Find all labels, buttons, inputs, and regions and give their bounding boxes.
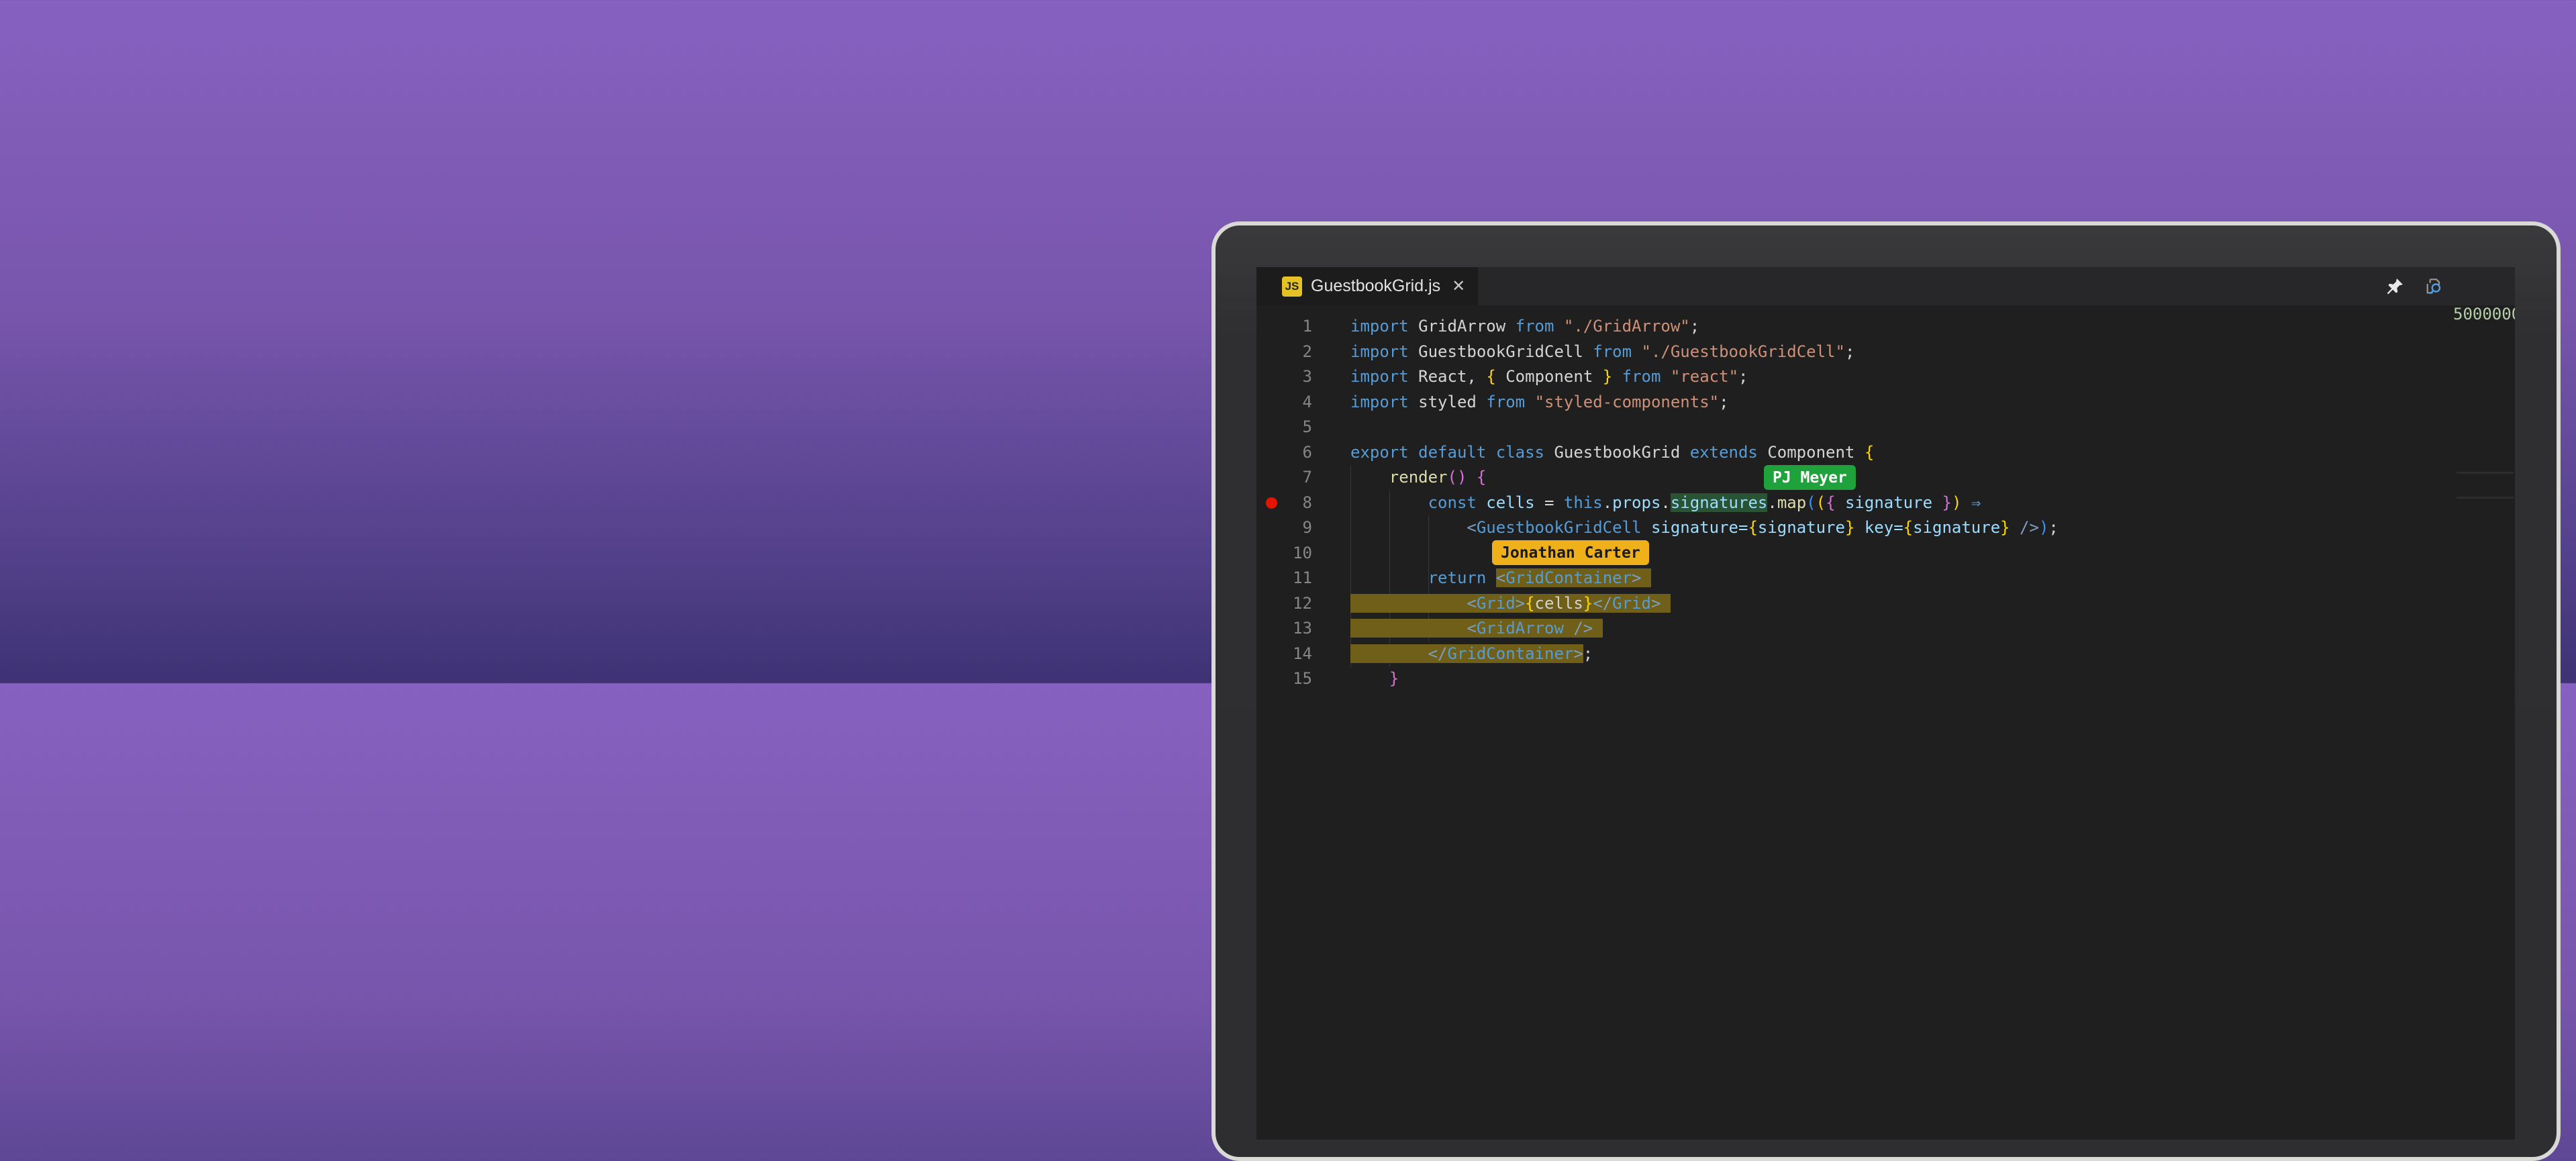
javascript-file-icon: JS: [1282, 276, 1302, 297]
code-line[interactable]: 11 return <GridContainer>: [1256, 566, 2515, 591]
line-number[interactable]: 15: [1256, 666, 1312, 692]
code-editor[interactable]: 1 import GridArrow from "./GridArrow"; 2 im…: [1256, 305, 2515, 692]
code-line-text: <GridArrow />: [1350, 616, 1603, 642]
code-line-text: return <GridContainer>: [1350, 566, 1651, 591]
code-line-text: export default class GuestbookGrid exten…: [1350, 440, 1874, 466]
code-line[interactable]: 14 </GridContainer>;: [1256, 642, 2515, 667]
line-number[interactable]: 5: [1256, 415, 1312, 440]
code-line[interactable]: 5: [1256, 415, 2515, 440]
line-number[interactable]: 8: [1256, 491, 1312, 516]
code-line-text: import GridArrow from "./GridArrow";: [1350, 314, 1699, 340]
collaborator-name: PJ Meyer: [1773, 469, 1847, 487]
line-number[interactable]: 14: [1256, 642, 1312, 667]
code-line[interactable]: 6 export default class GuestbookGrid exte…: [1256, 440, 2515, 466]
code-line-text: </GridContainer>;: [1350, 642, 1593, 667]
line-number[interactable]: 4: [1256, 390, 1312, 415]
code-line[interactable]: 15 }: [1256, 666, 2515, 692]
code-line[interactable]: 9 <GuestbookGridCell signature={signatur…: [1256, 515, 2515, 541]
code-line[interactable]: 4 import styled from "styled-components";: [1256, 390, 2515, 415]
code-line-text: <GuestbookGridCell signature={signature}…: [1350, 515, 2059, 541]
pin-icon[interactable]: [2383, 274, 2407, 299]
code-line[interactable]: 10: [1256, 541, 2515, 566]
line-number[interactable]: 6: [1256, 440, 1312, 466]
collaborator-cursor-flag: PJ Meyer: [1764, 465, 1856, 490]
breakpoint-icon[interactable]: [1266, 497, 1277, 509]
code-line-text: import styled from "styled-components";: [1350, 390, 1729, 415]
code-line[interactable]: 13 <GridArrow />: [1256, 616, 2515, 642]
code-line[interactable]: 2 import GuestbookGridCell from "./Guestb…: [1256, 340, 2515, 365]
code-line[interactable]: 8 const cells = this.props.signatures.ma…: [1256, 491, 2515, 516]
tab-bar: JS GuestbookGrid.js ✕: [1256, 267, 2515, 305]
line-number[interactable]: 1: [1256, 314, 1312, 340]
line-number[interactable]: 10: [1256, 541, 1312, 566]
editor-screen: JS GuestbookGrid.js ✕: [1256, 267, 2515, 1140]
collaborator-name: Jonathan Carter: [1501, 544, 1640, 562]
line-number[interactable]: 2: [1256, 340, 1312, 365]
close-tab-icon[interactable]: ✕: [1452, 276, 1465, 296]
line-number[interactable]: 12: [1256, 591, 1312, 617]
code-line-text: <Grid>{cells}</Grid>: [1350, 591, 1671, 617]
line-number[interactable]: 9: [1256, 515, 1312, 541]
line-number[interactable]: 11: [1256, 566, 1312, 591]
code-line-text: import GuestbookGridCell from "./Guestbo…: [1350, 340, 1854, 365]
line-number[interactable]: 3: [1256, 364, 1312, 390]
line-number[interactable]: 7: [1256, 465, 1312, 491]
clipped-number-literal: 5000000: [2453, 303, 2515, 325]
code-line[interactable]: 3 import React, { Component } from "react…: [1256, 364, 2515, 390]
code-line[interactable]: 1 import GridArrow from "./GridArrow";: [1256, 314, 2515, 340]
code-line-text: import React, { Component } from "react"…: [1350, 364, 1748, 390]
code-line[interactable]: 7 render() {: [1256, 465, 2515, 491]
tab-filename: GuestbookGrid.js: [1311, 276, 1440, 296]
page-background: { "colors": { "bg_top": "#8761C0", "bg_m…: [0, 0, 2576, 683]
line-number[interactable]: 13: [1256, 616, 1312, 642]
code-line-text: render() {: [1350, 465, 1486, 491]
editor-window: JS GuestbookGrid.js ✕: [1211, 221, 2561, 1161]
tab-guestbookgrid[interactable]: JS GuestbookGrid.js ✕: [1256, 267, 1478, 305]
code-line-text: const cells = this.props.signatures.map(…: [1350, 491, 1981, 516]
code-line-text: }: [1350, 666, 1399, 692]
search-file-icon[interactable]: [2422, 274, 2446, 299]
collaborator-cursor-flag: Jonathan Carter: [1492, 540, 1649, 565]
code-line[interactable]: 12 <Grid>{cells}</Grid>: [1256, 591, 2515, 617]
